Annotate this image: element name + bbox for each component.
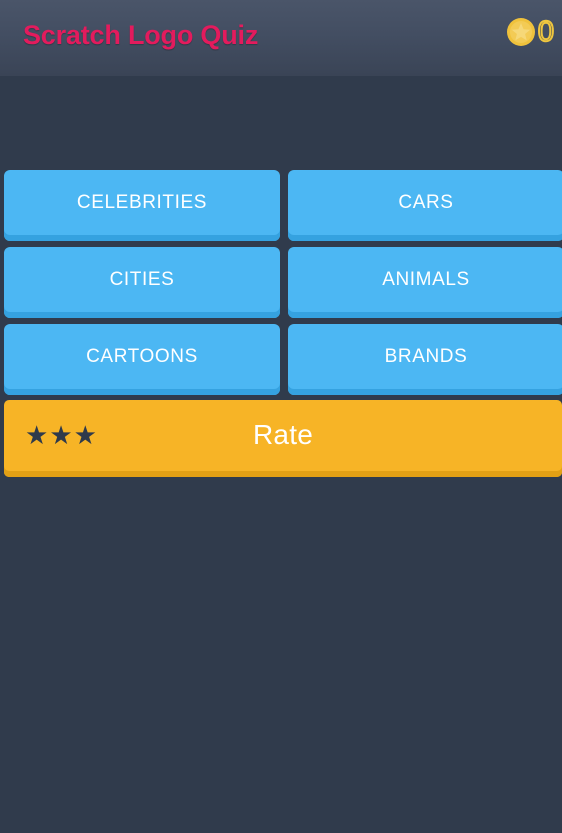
coin-star-icon: [506, 17, 536, 47]
app-root: Scratch Logo Quiz 0 CELEBRITIES CARS CIT…: [0, 0, 562, 833]
page-title: Scratch Logo Quiz: [23, 20, 259, 50]
category-button-celebrities[interactable]: CELEBRITIES: [4, 170, 280, 241]
category-label: CARTOONS: [86, 346, 198, 367]
category-button-cartoons[interactable]: CARTOONS: [4, 324, 280, 395]
category-label: CARS: [398, 192, 454, 213]
category-button-animals[interactable]: ANIMALS: [288, 247, 562, 318]
category-grid: CELEBRITIES CARS CITIES ANIMALS CARTOONS…: [4, 170, 562, 395]
category-label: ANIMALS: [382, 269, 470, 290]
category-label: CELEBRITIES: [76, 192, 208, 213]
category-button-cars[interactable]: CARS: [288, 170, 562, 241]
category-label: CITIES: [109, 269, 175, 290]
coin-count-value: 0: [537, 16, 555, 48]
app-header: Scratch Logo Quiz 0: [0, 0, 562, 76]
rate-button[interactable]: ★ ★ ★ Rate: [4, 400, 562, 477]
category-button-cities[interactable]: CITIES: [4, 247, 280, 318]
rate-label: Rate: [253, 419, 313, 450]
coin-counter: 0: [506, 16, 555, 48]
category-label: BRANDS: [384, 346, 468, 367]
category-button-brands[interactable]: BRANDS: [288, 324, 562, 395]
